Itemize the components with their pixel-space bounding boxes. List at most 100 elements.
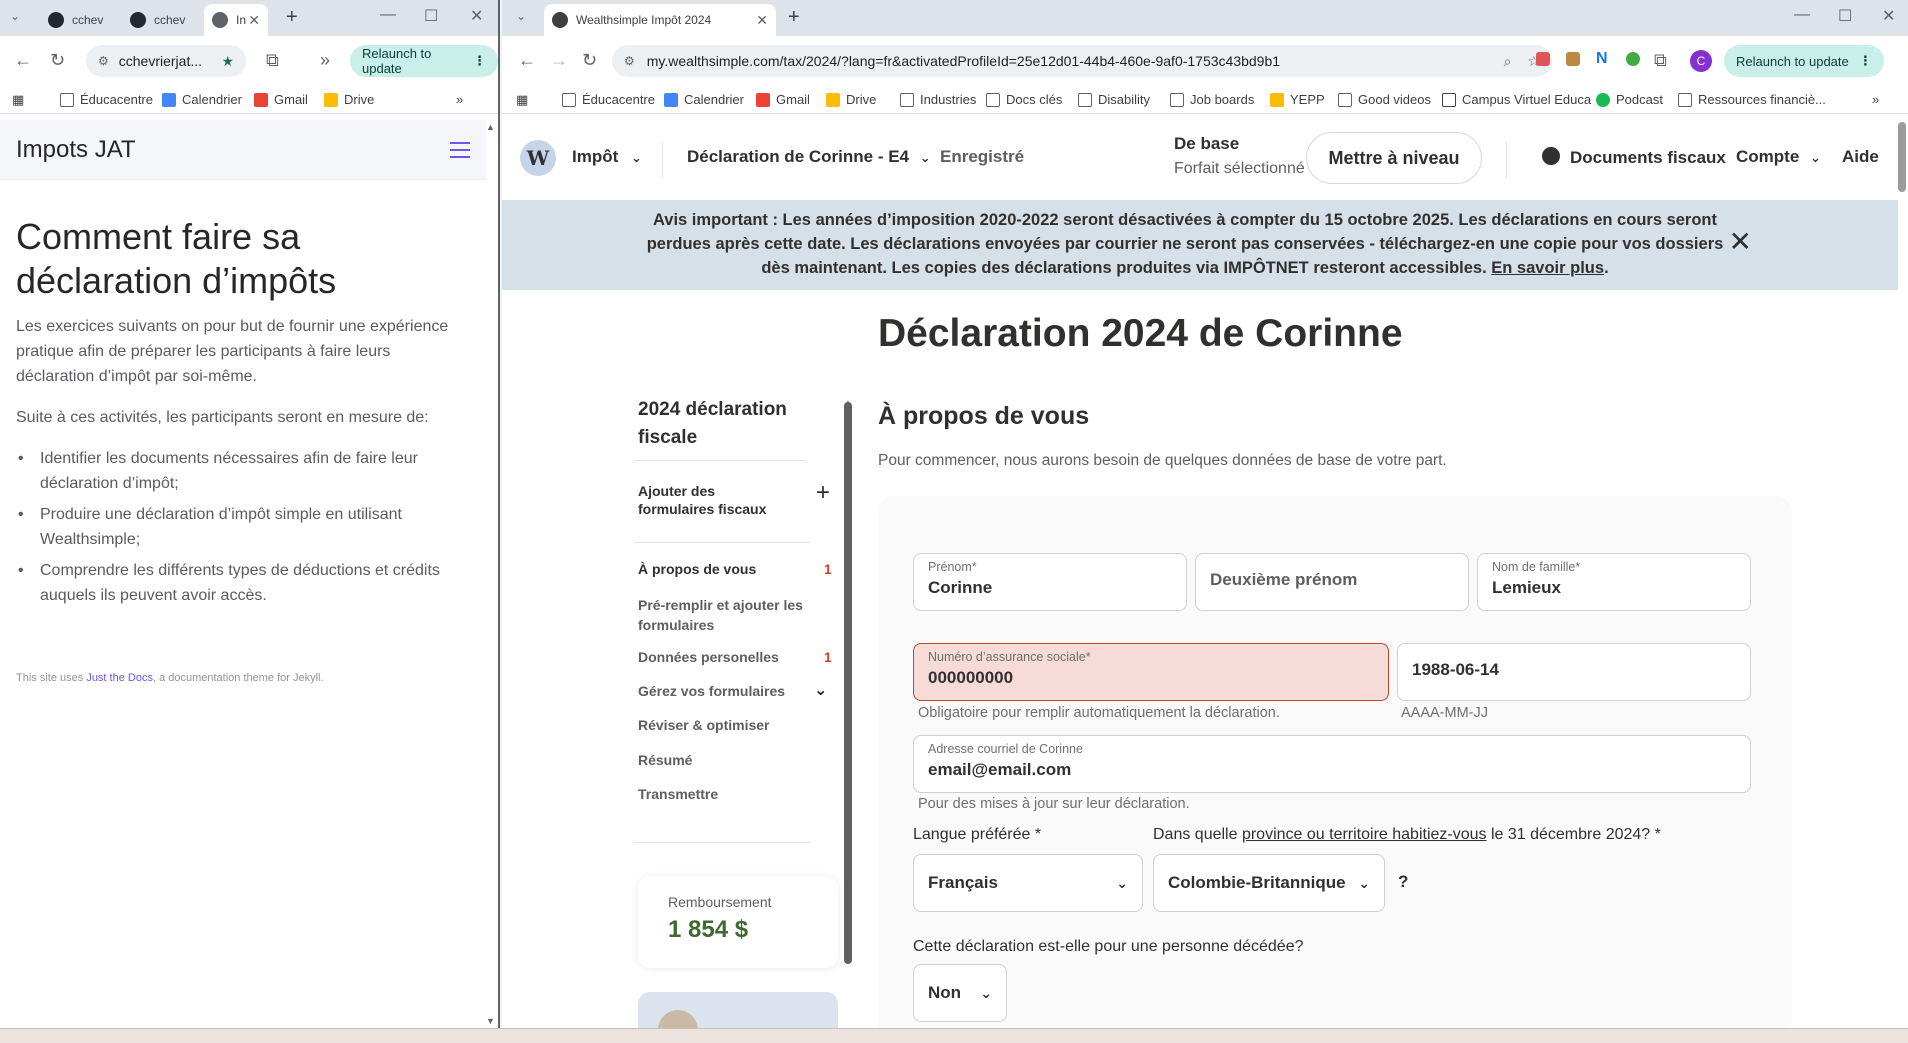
reload-icon[interactable]: ↻ xyxy=(50,50,65,71)
kebab-menu-icon[interactable]: ⋮ xyxy=(473,53,486,69)
footer-link[interactable]: Just the Docs xyxy=(86,672,153,684)
email-field[interactable]: Adresse courriel de Corinne email@email.… xyxy=(913,735,1751,793)
kebab-menu-icon[interactable]: ⋮ xyxy=(1859,53,1872,69)
sidebar-item-prefill[interactable]: Pré-remplir et ajouter les formulaires xyxy=(638,595,808,635)
relaunch-button[interactable]: Relaunch to update ⋮ xyxy=(1724,45,1884,77)
tab-label: cchev xyxy=(154,13,186,27)
site-title[interactable]: Impots JAT xyxy=(16,136,136,164)
date-of-birth-field[interactable]: 1988-06-14 xyxy=(1397,643,1751,701)
scroll-up-icon[interactable]: ▲ xyxy=(486,122,495,132)
bookmark-docs-cles[interactable]: Docs clés xyxy=(986,92,1062,107)
more-chevrons-icon[interactable]: » xyxy=(320,50,330,71)
sidebar-item-about-you[interactable]: À propos de vous xyxy=(638,561,756,577)
sidebar-scrollbar[interactable] xyxy=(844,402,852,964)
tab-search-chevron-icon[interactable]: ⌄ xyxy=(516,9,526,23)
window-close-icon[interactable]: ✕ xyxy=(1882,6,1895,26)
back-icon[interactable]: ← xyxy=(518,50,536,71)
minimize-icon[interactable]: — xyxy=(380,6,396,24)
tab-active-impots[interactable]: In ✕ xyxy=(204,4,268,36)
deceased-select[interactable]: Non ⌄ xyxy=(913,964,1007,1022)
apps-grid-icon[interactable]: ▦ xyxy=(12,92,24,108)
bookmark-educacentre[interactable]: Éducacentre xyxy=(60,92,153,107)
hamburger-menu-icon[interactable] xyxy=(450,142,470,163)
bookmark-yepp[interactable]: YEPP xyxy=(1270,92,1325,107)
help-card[interactable] xyxy=(638,992,838,1028)
extension-icon[interactable] xyxy=(1566,52,1580,66)
account-menu[interactable]: Compte ⌄ xyxy=(1736,147,1821,167)
bookmark-good-videos[interactable]: Good videos xyxy=(1338,92,1431,107)
maximize-icon[interactable]: ☐ xyxy=(1838,6,1852,26)
close-tab-icon[interactable]: ✕ xyxy=(248,12,260,29)
bookmark-calendrier[interactable]: Calendrier xyxy=(162,92,242,107)
tab-search-chevron-icon[interactable]: ⌄ xyxy=(10,9,20,23)
banner-learn-more-link[interactable]: En savoir plus xyxy=(1491,259,1604,277)
apps-grid-icon[interactable]: ▦ xyxy=(516,92,528,108)
sidebar-item-summary[interactable]: Résumé xyxy=(638,752,692,768)
extension-icon[interactable] xyxy=(1536,52,1550,66)
bookmark-disability[interactable]: Disability xyxy=(1078,92,1150,107)
wealthsimple-logo[interactable]: W xyxy=(520,140,556,176)
province-help-icon[interactable]: ? xyxy=(1398,872,1408,892)
window-close-icon[interactable]: ✕ xyxy=(470,6,483,26)
first-name-field[interactable]: Prénom* Corinne xyxy=(913,553,1187,611)
province-select[interactable]: Colombie-Britannique ⌄ xyxy=(1153,854,1385,912)
site-info-icon[interactable]: ⚙ xyxy=(98,54,109,68)
bookmark-job-boards[interactable]: Job boards xyxy=(1170,92,1254,107)
sidebar-item-transmit[interactable]: Transmettre xyxy=(638,786,718,802)
bookmark-ressources[interactable]: Ressources financiè... xyxy=(1678,92,1826,107)
bookmark-podcast[interactable]: Podcast xyxy=(1596,92,1663,107)
scroll-up-icon[interactable]: ▲ xyxy=(844,398,852,407)
back-icon[interactable]: ← xyxy=(14,50,32,71)
declaration-switcher[interactable]: Déclaration de Corinne - E4 ⌄ xyxy=(687,147,931,167)
left-scrollbar[interactable]: ▲ ▼ xyxy=(486,122,496,1028)
extension-icon[interactable] xyxy=(1626,52,1640,66)
bookmark-drive[interactable]: Drive xyxy=(826,92,876,107)
bookmarks-overflow-icon[interactable]: » xyxy=(456,92,463,107)
extension-n-icon[interactable]: N xyxy=(1596,50,1608,68)
language-select[interactable]: Français ⌄ xyxy=(913,854,1143,912)
extensions-icon[interactable]: ⧉ xyxy=(266,50,279,71)
site-info-icon[interactable]: ⚙ xyxy=(624,54,635,68)
middle-name-field[interactable]: Deuxième prénom xyxy=(1195,553,1469,611)
close-banner-icon[interactable]: ✕ xyxy=(1729,228,1752,256)
sin-field[interactable]: Numéro d’assurance sociale* 000000000 xyxy=(913,643,1389,701)
profile-avatar[interactable]: C xyxy=(1690,50,1712,72)
reload-icon[interactable]: ↻ xyxy=(582,50,597,71)
bookmark-gmail[interactable]: Gmail xyxy=(756,92,810,107)
close-tab-icon[interactable]: ✕ xyxy=(756,12,768,29)
new-tab-icon[interactable]: + xyxy=(286,6,298,29)
minimize-icon[interactable]: — xyxy=(1794,6,1810,24)
relaunch-button[interactable]: Relaunch to update ⋮ xyxy=(350,45,498,77)
tab-github-1[interactable]: cchev xyxy=(40,4,106,36)
sidebar-item-review[interactable]: Réviser & optimiser xyxy=(638,717,770,733)
sidebar-item-personal-data[interactable]: Données personelles xyxy=(638,649,779,665)
bookmark-industries[interactable]: Industries xyxy=(900,92,976,107)
address-bar[interactable]: ⚙ my.wealthsimple.com/tax/2024/?lang=fr&… xyxy=(612,45,1552,77)
impot-menu[interactable]: Impôt ⌄ xyxy=(572,147,642,167)
last-name-field[interactable]: Nom de famille* Lemieux xyxy=(1477,553,1751,611)
scroll-down-icon[interactable]: ▼ xyxy=(486,1016,495,1026)
extensions-icon[interactable]: ⧉ xyxy=(1654,50,1667,71)
page-scrollbar[interactable] xyxy=(1898,122,1906,192)
upgrade-button[interactable]: Mettre à niveau xyxy=(1306,132,1482,184)
tax-documents-link[interactable]: Documents fiscaux xyxy=(1542,147,1726,168)
zoom-icon[interactable]: ⌕ xyxy=(1504,53,1512,70)
chevron-down-icon[interactable]: ⌄ xyxy=(814,680,827,700)
tab-github-2[interactable]: cchev xyxy=(122,4,188,36)
forward-icon[interactable]: → xyxy=(550,50,568,71)
help-link[interactable]: Aide xyxy=(1842,147,1879,167)
bookmark-star-icon[interactable]: ★ xyxy=(221,53,234,70)
province-tooltip-link[interactable]: province ou territoire habitiez-vous xyxy=(1242,826,1487,843)
bookmark-educacentre[interactable]: Éducacentre xyxy=(562,92,655,107)
bookmarks-overflow-icon[interactable]: » xyxy=(1872,92,1879,107)
maximize-icon[interactable]: ☐ xyxy=(424,6,438,26)
sidebar-item-manage-forms[interactable]: Gérez vos formulaires xyxy=(638,683,785,699)
bookmark-calendrier[interactable]: Calendrier xyxy=(664,92,744,107)
new-tab-icon[interactable]: + xyxy=(788,6,800,29)
add-forms-button[interactable]: Ajouter des formulaires fiscaux + xyxy=(638,481,830,518)
address-bar[interactable]: ⚙ cchevrierjat... ★ xyxy=(86,45,246,77)
bookmark-campus-virtuel[interactable]: Campus Virtuel Educa xyxy=(1442,92,1591,107)
tab-wealthsimple[interactable]: Wealthsimple Impôt 2024 ✕ xyxy=(544,4,776,36)
bookmark-gmail[interactable]: Gmail xyxy=(254,92,308,107)
bookmark-drive[interactable]: Drive xyxy=(324,92,374,107)
